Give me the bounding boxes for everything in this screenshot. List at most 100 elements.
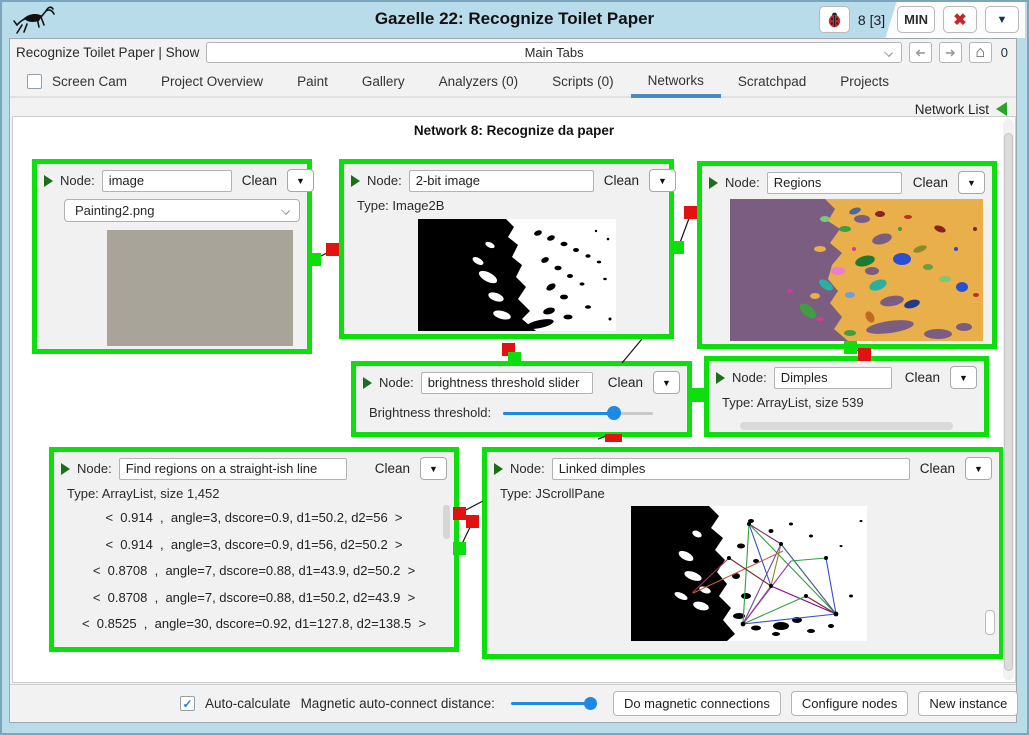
- image-source-select[interactable]: Painting2.png: [64, 199, 300, 222]
- list-scrollbar-thumb[interactable]: [443, 505, 450, 539]
- run-node-icon[interactable]: [61, 463, 70, 475]
- connector-output[interactable]: [844, 341, 857, 354]
- node-header: Node: Clean ▼: [709, 361, 984, 392]
- clean-button[interactable]: Clean: [239, 171, 280, 190]
- node-name-input[interactable]: [409, 170, 594, 192]
- run-node-icon[interactable]: [44, 175, 53, 187]
- node-regions[interactable]: Node: Clean ▼: [697, 161, 997, 349]
- node-threshold-slider[interactable]: Node: Clean ▼ Brightness threshold:: [351, 361, 692, 437]
- node-name-input[interactable]: [767, 172, 902, 194]
- node-2bit-image[interactable]: Node: Clean ▼ Type: Image2B: [339, 159, 674, 339]
- binary-image-preview: [418, 219, 616, 331]
- clean-button[interactable]: Clean: [902, 368, 943, 387]
- tab-label: Projects: [840, 74, 889, 89]
- toolbar: Recognize Toilet Paper | Show Main Tabs …: [10, 40, 1016, 65]
- tab-gallery[interactable]: Gallery: [345, 66, 422, 96]
- clean-button[interactable]: Clean: [910, 173, 951, 192]
- main-tabs-combo[interactable]: Main Tabs: [206, 42, 901, 63]
- tab-scratchpad[interactable]: Scratchpad: [721, 66, 823, 96]
- node-label: Node:: [60, 173, 95, 188]
- configure-nodes-button[interactable]: Configure nodes: [791, 691, 908, 716]
- forward-button[interactable]: ➜: [939, 42, 962, 63]
- connector-input[interactable]: [858, 348, 871, 361]
- connector-input[interactable]: [605, 434, 622, 442]
- close-button[interactable]: ✖: [943, 6, 977, 33]
- node-header: Node: Clean ▼: [344, 164, 669, 195]
- node-name-input[interactable]: [552, 458, 910, 480]
- slider-fill: [503, 412, 614, 415]
- slider-thumb[interactable]: [584, 697, 597, 710]
- minimize-button[interactable]: MIN: [897, 6, 935, 33]
- run-node-icon[interactable]: [716, 372, 725, 384]
- node-menu-button[interactable]: ▼: [287, 169, 314, 192]
- bug-button[interactable]: [819, 6, 850, 33]
- run-node-icon[interactable]: [363, 377, 372, 389]
- connector-output[interactable]: [453, 542, 466, 555]
- node-linked-dimples[interactable]: Node: Clean ▼ Type: JScrollPane: [482, 447, 1004, 659]
- screen-cam-checkbox[interactable]: [27, 74, 42, 89]
- node-menu-button[interactable]: ▼: [958, 171, 985, 194]
- connector-output[interactable]: [508, 352, 521, 365]
- node-find-regions[interactable]: Node: Clean ▼ Type: ArrayList, size 1,45…: [49, 447, 459, 652]
- tab-analyzers[interactable]: Analyzers (0): [422, 66, 536, 96]
- node-name-input[interactable]: [774, 367, 892, 389]
- canvas-scrollbar[interactable]: [1003, 119, 1014, 680]
- network-canvas[interactable]: Network 8: Recognize da paper Node: Clea…: [12, 116, 1016, 683]
- new-instance-button[interactable]: New instance: [918, 691, 1018, 716]
- dropdown-icon: ▼: [967, 178, 976, 188]
- tab-paint[interactable]: Paint: [280, 66, 345, 96]
- connector-input[interactable]: [684, 206, 697, 219]
- window-menu-button[interactable]: ▼: [985, 6, 1019, 33]
- run-node-icon[interactable]: [709, 177, 718, 189]
- clean-button[interactable]: Clean: [605, 373, 646, 392]
- node-dimples[interactable]: Node: Clean ▼ Type: ArrayList, size 539: [704, 356, 989, 437]
- list-item[interactable]: < 0.914 , angle=3, dscore=0.9, d1=56, d2…: [54, 532, 454, 559]
- titlebar: Gazelle 22: Recognize Toilet Paper 8 [3]…: [4, 2, 1025, 38]
- node-name-input[interactable]: [102, 170, 232, 192]
- region-match-list[interactable]: < 0.914 , angle=3, dscore=0.9, d1=50.2, …: [54, 505, 454, 638]
- clean-button[interactable]: Clean: [601, 171, 642, 190]
- list-item[interactable]: < 0.914 , angle=3, dscore=0.9, d1=50.2, …: [54, 505, 454, 532]
- connector-input[interactable]: [453, 507, 466, 520]
- node-name-input[interactable]: [119, 458, 347, 480]
- node-name-input[interactable]: [421, 372, 593, 394]
- preview-scrollbar-thumb[interactable]: [985, 610, 995, 635]
- connector-input[interactable]: [466, 515, 479, 528]
- tab-label: Project Overview: [161, 74, 263, 89]
- dropdown-icon: ▼: [429, 464, 438, 474]
- dropdown-icon: ▼: [959, 373, 968, 383]
- dropdown-icon: ▼: [974, 464, 983, 474]
- do-magnetic-connections-button[interactable]: Do magnetic connections: [613, 691, 781, 716]
- node-menu-button[interactable]: ▼: [950, 366, 977, 389]
- magnetic-distance-label: Magnetic auto-connect distance:: [301, 696, 495, 711]
- node-image[interactable]: Node: Clean ▼ Painting2.png: [32, 159, 312, 354]
- node-menu-button[interactable]: ▼: [653, 371, 680, 394]
- connector-output[interactable]: [692, 388, 705, 402]
- tab-screen-cam[interactable]: Screen Cam: [10, 66, 144, 96]
- list-item[interactable]: < 0.8525 , angle=30, dscore=0.92, d1=127…: [54, 611, 454, 638]
- connector-input[interactable]: [326, 243, 339, 256]
- network-title: Network 8: Recognize da paper: [13, 123, 1015, 138]
- list-item[interactable]: < 0.8708 , angle=7, dscore=0.88, d1=50.2…: [54, 585, 454, 612]
- home-button[interactable]: ⌂: [969, 42, 992, 63]
- canvas-scrollbar-thumb[interactable]: [1004, 133, 1013, 671]
- node-menu-button[interactable]: ▼: [965, 457, 992, 480]
- auto-calc-checkbox[interactable]: ✓: [180, 696, 195, 711]
- run-node-icon[interactable]: [494, 463, 503, 475]
- clean-button[interactable]: Clean: [372, 459, 413, 478]
- magnetic-distance-slider[interactable]: [511, 697, 597, 710]
- tab-scripts[interactable]: Scripts (0): [535, 66, 631, 96]
- node-menu-button[interactable]: ▼: [649, 169, 676, 192]
- node-menu-button[interactable]: ▼: [420, 457, 447, 480]
- run-node-icon[interactable]: [351, 175, 360, 187]
- tab-networks[interactable]: Networks: [631, 66, 721, 98]
- back-button[interactable]: ➜: [909, 42, 932, 63]
- slider-thumb[interactable]: [607, 406, 621, 420]
- connector-output[interactable]: [671, 241, 684, 254]
- brightness-slider[interactable]: [503, 406, 653, 420]
- connector-output[interactable]: [308, 253, 321, 266]
- clean-button[interactable]: Clean: [917, 459, 958, 478]
- tab-projects[interactable]: Projects: [823, 66, 906, 96]
- tab-project-overview[interactable]: Project Overview: [144, 66, 280, 96]
- list-item[interactable]: < 0.8708 , angle=7, dscore=0.88, d1=43.9…: [54, 558, 454, 585]
